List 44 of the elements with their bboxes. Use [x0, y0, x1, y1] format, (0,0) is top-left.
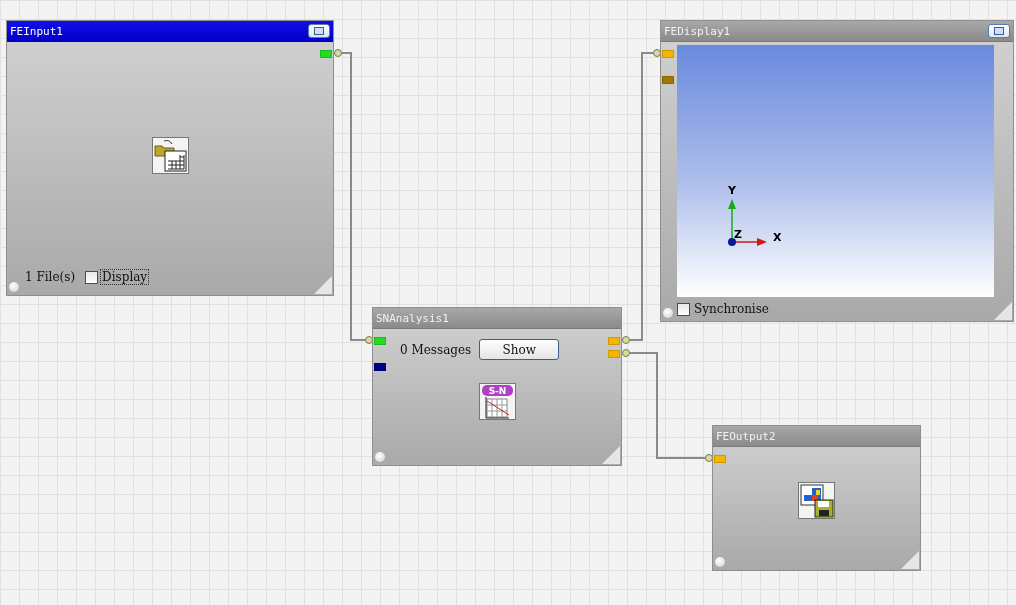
checkbox[interactable]: [677, 302, 690, 316]
icon-label: S-N: [488, 386, 506, 396]
file-count: 1 File(s): [25, 270, 76, 284]
node-panel[interactable]: FEInput1 1 File(s) Display: [6, 20, 334, 296]
resize-grip[interactable]: [901, 551, 919, 569]
status-led: [375, 452, 385, 462]
node-panel[interactable]: SNAnalysis1 0 Messages Show S-N: [372, 307, 622, 466]
input-port[interactable]: [662, 76, 674, 84]
output-port[interactable]: [608, 337, 620, 345]
axes-drawing: [728, 199, 767, 246]
input-port[interactable]: [374, 363, 386, 371]
checkbox-label: Display: [100, 269, 150, 285]
window-icon: [994, 27, 1004, 35]
output-port[interactable]: [608, 350, 620, 358]
resize-grip[interactable]: [994, 302, 1012, 320]
checkbox[interactable]: [85, 270, 99, 284]
status-led: [715, 557, 725, 567]
file-open-icon: [151, 137, 189, 174]
show-button[interactable]: Show: [479, 339, 560, 360]
3d-viewport[interactable]: Y Z X: [677, 45, 994, 297]
maximize-button[interactable]: [308, 24, 330, 38]
save-icon: [798, 482, 835, 519]
resize-grip[interactable]: [314, 276, 332, 294]
node-title: FEOutput2: [716, 429, 776, 443]
input-port[interactable]: [714, 455, 726, 463]
maximize-button[interactable]: [988, 24, 1010, 38]
axis-label: Z: [734, 228, 742, 241]
node-canvas[interactable]: FEInput1 1 File(s) Display FEDisplay1 Y Z X Synchronise SNAnalysis1 0 Messages Show S-N FEOutput2: [0, 0, 1016, 605]
node-title-bar[interactable]: FEInput1: [7, 21, 333, 42]
node-title: SNAnalysis1: [376, 311, 449, 325]
checkbox-label: Synchronise: [693, 301, 770, 317]
resize-grip[interactable]: [602, 446, 620, 464]
window-icon: [314, 27, 324, 35]
node-panel[interactable]: FEDisplay1 Y Z X Synchronise: [660, 20, 1014, 322]
node-title: FEDisplay1: [664, 24, 731, 38]
message-count: 0 Messages: [400, 342, 472, 357]
axis-label: Y: [728, 185, 736, 197]
status-led: [9, 282, 19, 292]
status-led: [663, 308, 673, 318]
input-port[interactable]: [374, 337, 386, 345]
output-port[interactable]: [320, 50, 332, 58]
node-title: FEInput1: [10, 24, 63, 38]
input-port[interactable]: [662, 50, 674, 58]
axis-label: X: [773, 231, 782, 244]
